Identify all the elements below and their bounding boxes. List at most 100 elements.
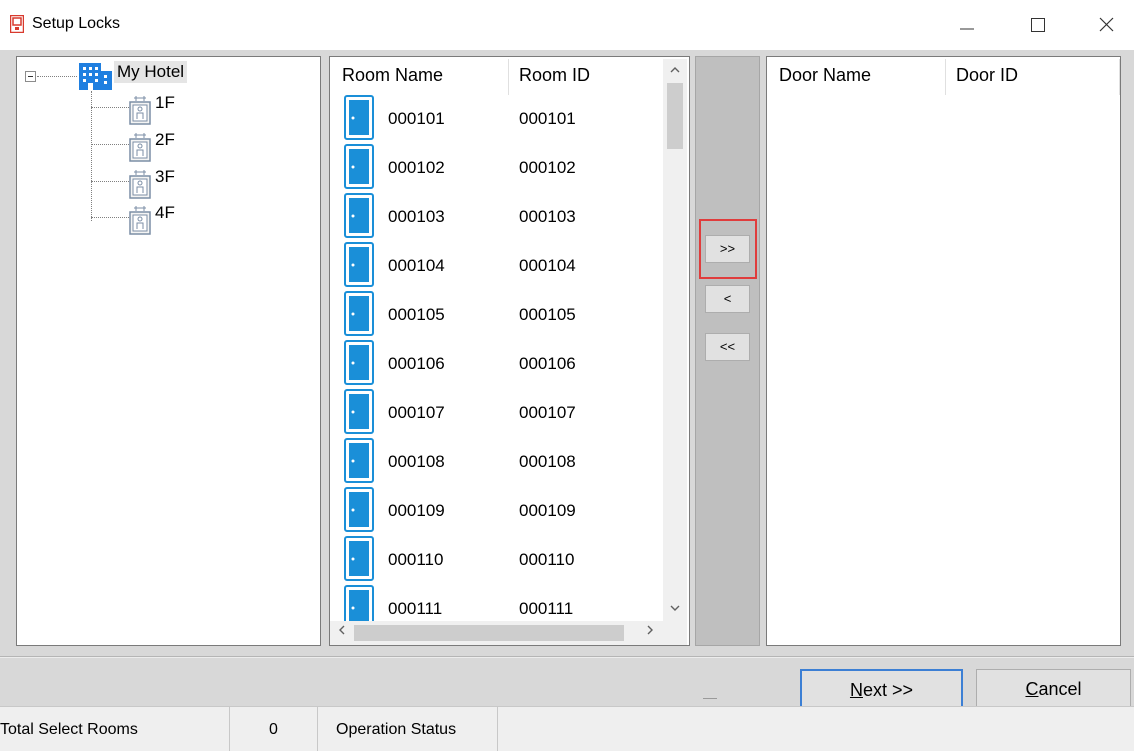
elevator-icon [129, 96, 151, 125]
room-row[interactable]: 000101 000101 [330, 95, 670, 144]
divider [0, 656, 1134, 658]
elevator-icon [129, 170, 151, 199]
remove-button[interactable]: < [705, 285, 750, 313]
room-id: 000111 [519, 599, 574, 618]
room-id: 000106 [519, 354, 576, 373]
rooms-list[interactable]: 000101 000101 000102 000102 000103 000103 0001… [330, 95, 675, 625]
horizontal-scroll-thumb[interactable] [354, 625, 624, 641]
column-header-door-id[interactable]: Door ID [956, 65, 1018, 86]
add-all-button[interactable]: >> [705, 235, 750, 263]
minimize-icon [960, 28, 974, 30]
room-row[interactable]: 000110 000110 [330, 536, 670, 585]
room-name: 000106 [388, 354, 445, 373]
chevron-up-icon [670, 67, 680, 73]
elevator-icon [129, 133, 151, 162]
doors-list-panel[interactable]: Door Name Door ID [766, 56, 1121, 646]
door-icon [344, 242, 374, 287]
status-bar: Total Select Rooms 0 Operation Status [0, 706, 1134, 751]
door-icon [344, 144, 374, 189]
vertical-scrollbar[interactable] [663, 59, 687, 621]
room-id: 000103 [519, 207, 576, 226]
column-separator[interactable] [1119, 59, 1120, 95]
room-name: 000110 [388, 550, 444, 569]
cancel-button[interactable]: Cancel [976, 669, 1131, 709]
hotel-tree[interactable]: My Hotel 1F 2F 3F 4F [16, 56, 321, 646]
tree-item-4f[interactable]: 4F [129, 203, 209, 235]
column-separator[interactable] [945, 59, 946, 95]
column-header-room-id[interactable]: Room ID [519, 65, 590, 86]
window-title: Setup Locks [32, 15, 121, 32]
tree-item-label: 1F [155, 93, 175, 112]
room-id: 000101 [519, 109, 576, 128]
room-row[interactable]: 000105 000105 [330, 291, 670, 340]
column-header-room-name[interactable]: Room Name [342, 65, 443, 86]
app-icon [10, 15, 24, 33]
door-icon [344, 340, 374, 385]
status-operation-label: Operation Status [318, 707, 498, 751]
scroll-up-button[interactable] [663, 61, 687, 81]
close-icon [1099, 17, 1114, 32]
cancel-button-label: Cancel [1025, 679, 1082, 699]
room-name: 000103 [388, 207, 445, 226]
scroll-left-button[interactable] [330, 621, 354, 645]
tree-item-label: 2F [155, 130, 175, 149]
separator-dash [703, 698, 717, 699]
status-total-label: Total Select Rooms [0, 707, 230, 751]
minimize-button[interactable] [944, 8, 990, 42]
room-id: 000102 [519, 158, 576, 177]
tree-item-label: 3F [155, 167, 175, 186]
room-id: 000105 [519, 305, 576, 324]
status-total-value: 0 [230, 707, 318, 751]
scroll-right-button[interactable] [638, 621, 662, 645]
vertical-scroll-thumb[interactable] [667, 83, 683, 149]
room-id: 000108 [519, 452, 576, 471]
room-row[interactable]: 000111 000111 [330, 585, 670, 625]
room-row[interactable]: 000107 000107 [330, 389, 670, 438]
maximize-icon [1031, 18, 1045, 32]
tree-connector [91, 181, 129, 182]
door-icon [344, 487, 374, 532]
chevron-left-icon [339, 625, 345, 635]
room-name: 000102 [388, 158, 445, 177]
tree-item-3f[interactable]: 3F [129, 167, 209, 199]
horizontal-scrollbar[interactable] [330, 621, 687, 645]
room-row[interactable]: 000102 000102 [330, 144, 670, 193]
door-icon [344, 438, 374, 483]
tree-root-label[interactable]: My Hotel [114, 61, 188, 83]
tree-item-1f[interactable]: 1F [129, 93, 209, 125]
hotel-building-icon [79, 63, 112, 90]
room-row[interactable]: 000104 000104 [330, 242, 670, 291]
maximize-button[interactable] [1014, 8, 1060, 42]
transfer-buttons-panel: >> < << [695, 56, 760, 646]
room-id: 000107 [519, 403, 576, 422]
room-row[interactable]: 000108 000108 [330, 438, 670, 487]
room-row[interactable]: 000109 000109 [330, 487, 670, 536]
column-separator[interactable] [508, 59, 509, 95]
tree-connector [91, 91, 92, 221]
collapse-toggle[interactable] [25, 71, 36, 82]
tree-connector [37, 76, 77, 77]
room-name: 000108 [388, 452, 445, 471]
tree-item-2f[interactable]: 2F [129, 130, 209, 162]
tree-item-label: 4F [155, 203, 175, 222]
tree-connector [91, 144, 129, 145]
door-icon [344, 585, 374, 625]
room-name: 000111 [388, 599, 443, 618]
room-name: 000107 [388, 403, 445, 422]
scroll-down-button[interactable] [663, 599, 687, 619]
close-button[interactable] [1083, 8, 1129, 42]
next-button-label: Next >> [849, 680, 914, 700]
remove-all-button[interactable]: << [705, 333, 750, 361]
door-icon [344, 193, 374, 238]
next-button[interactable]: Next >> [800, 669, 963, 709]
room-id: 000104 [519, 256, 576, 275]
rooms-list-panel[interactable]: Room Name Room ID 000101 000101 000102 0001… [329, 56, 690, 646]
room-row[interactable]: 000106 000106 [330, 340, 670, 389]
door-icon [344, 536, 374, 581]
elevator-icon [129, 206, 151, 235]
room-name: 000109 [388, 501, 445, 520]
column-header-door-name[interactable]: Door Name [779, 65, 871, 86]
door-icon [344, 291, 374, 336]
room-row[interactable]: 000103 000103 [330, 193, 670, 242]
title-bar: Setup Locks [0, 0, 1134, 50]
